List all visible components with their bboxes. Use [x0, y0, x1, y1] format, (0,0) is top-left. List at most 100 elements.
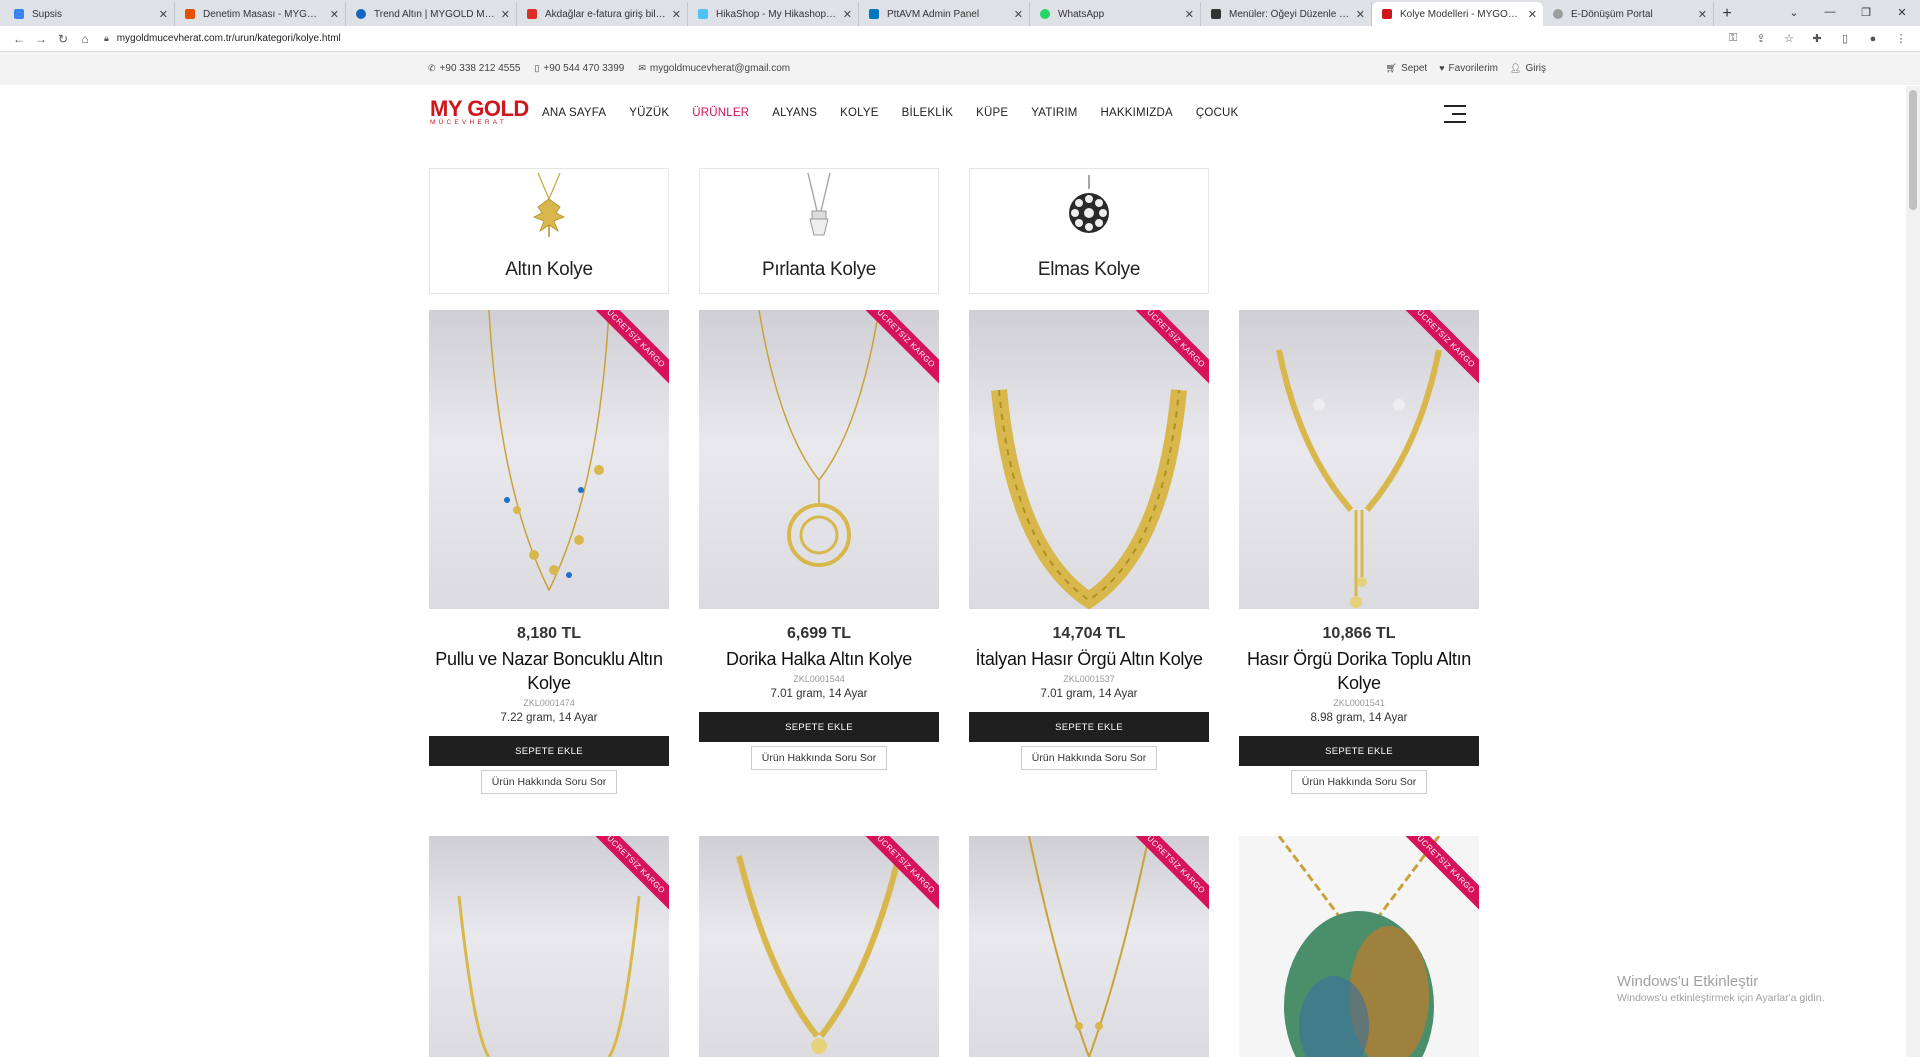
tab-favicon-icon [1040, 9, 1050, 19]
browser-tab[interactable]: Menüler: Öğeyi Düzenle - MYGOLD✕ [1201, 2, 1372, 26]
close-tab-icon[interactable]: ✕ [501, 8, 510, 21]
product-image[interactable]: ÜCRETSİZ KARGO [969, 836, 1209, 1057]
browser-tab-bar: Supsis✕ Denetim Masası - MYGOLD Mücevher… [0, 0, 1920, 26]
browser-tab[interactable]: HikaShop - My Hikashop is disp✕ [688, 2, 859, 26]
product-code: ZKL0001544 [793, 674, 845, 684]
phone1-link[interactable]: ✆ +90 338 212 4555 [428, 63, 520, 74]
tab-favicon-icon [1382, 9, 1392, 19]
tab-search-icon[interactable]: ⌄ [1776, 6, 1812, 19]
nav-products[interactable]: ÜRÜNLER [692, 107, 749, 119]
extensions-icon[interactable]: ✚ [1806, 32, 1828, 45]
home-icon[interactable]: ⌂ [74, 32, 96, 46]
phone2-link[interactable]: ▯ +90 544 470 3399 [534, 63, 624, 74]
product-name[interactable]: Dorika Halka Altın Kolye [699, 647, 939, 671]
minimize-icon[interactable]: — [1812, 6, 1848, 18]
product-price: 6,699 TL [786, 625, 852, 642]
product-card: ÜCRETSİZ KARGO 10,866 TL Hasır Örgü Dori… [1239, 310, 1479, 794]
main-nav: ANA SAYFA YÜZÜK ÜRÜNLER ALYANS KOLYE BİL… [542, 107, 1261, 119]
browser-tab[interactable]: Supsis ✕ [4, 2, 175, 26]
login-link[interactable]: 👤︎ Giriş [1510, 63, 1546, 74]
product-name[interactable]: İtalyan Hasır Örgü Altın Kolye [969, 647, 1209, 671]
key-icon[interactable]: ⚿ [1722, 32, 1744, 45]
scrollbar-thumb[interactable] [1909, 90, 1917, 210]
add-to-cart-button[interactable]: SEPETE EKLE [969, 712, 1209, 742]
category-diamond-necklace[interactable]: Pırlanta Kolye [699, 168, 939, 294]
favorites-link[interactable]: ♥ Favorilerim [1439, 63, 1498, 74]
product-image[interactable]: ÜCRETSİZ KARGO [1239, 310, 1479, 609]
product-card: ÜCRETSİZ KARGO 8,180 TL Pullu ve Nazar B… [429, 310, 669, 794]
cart-link[interactable]: 🛒︎ Sepet [1386, 63, 1428, 74]
back-icon[interactable]: ← [8, 32, 30, 46]
product-image[interactable]: ÜCRETSİZ KARGO [969, 310, 1209, 609]
mobile-icon: ▯ [534, 63, 540, 73]
share-icon[interactable]: ⇪ [1750, 32, 1772, 45]
product-name[interactable]: Hasır Örgü Dorika Toplu Altın Kolye [1239, 647, 1479, 695]
category-brilliant-necklace[interactable]: Elmas Kolye [969, 168, 1209, 294]
browser-tab[interactable]: E-Dönüşüm Portal ✕ [1543, 2, 1714, 26]
add-to-cart-button[interactable]: SEPETE EKLE [1239, 736, 1479, 766]
nav-rings[interactable]: YÜZÜK [629, 107, 669, 119]
nav-bracelets[interactable]: BİLEKLİK [902, 107, 953, 119]
new-tab-button[interactable]: + [1714, 2, 1740, 26]
nav-kids[interactable]: ÇOCUK [1196, 107, 1239, 119]
add-to-cart-button[interactable]: SEPETE EKLE [429, 736, 669, 766]
ask-question-button[interactable]: Ürün Hakkında Soru Sor [1290, 770, 1428, 794]
ask-question-button[interactable]: Ürün Hakkında Soru Sor [750, 746, 888, 770]
nav-about[interactable]: HAKKIMIZDA [1101, 107, 1173, 119]
close-tab-icon[interactable]: ✕ [672, 8, 681, 21]
close-window-icon[interactable]: ✕ [1884, 6, 1920, 19]
product-weight: 7.01 gram, 14 Ayar [770, 688, 868, 700]
product-weight: 7.01 gram, 14 Ayar [1040, 688, 1138, 700]
ask-question-button[interactable]: Ürün Hakkında Soru Sor [1020, 746, 1158, 770]
site-logo[interactable]: MY GOLD MÜCEVHERAT [430, 98, 529, 127]
close-tab-icon[interactable]: ✕ [843, 8, 852, 21]
nav-wedding-bands[interactable]: ALYANS [772, 107, 817, 119]
tab-favicon-icon [1211, 9, 1221, 19]
url-input[interactable]: 🔒︎ mygoldmucevherat.com.tr/urun/kategori… [104, 28, 1722, 50]
nav-earrings[interactable]: KÜPE [976, 107, 1008, 119]
hamburger-menu-icon[interactable] [1444, 105, 1466, 129]
browser-tab[interactable]: Akdağlar e-fatura giriş bilgileri ✕ [517, 2, 688, 26]
email-link[interactable]: ✉ mygoldmucevherat@gmail.com [638, 63, 790, 74]
nav-investment[interactable]: YATIRIM [1031, 107, 1077, 119]
reload-icon[interactable]: ↻ [52, 32, 74, 46]
ask-question-button[interactable]: Ürün Hakkında Soru Sor [480, 770, 618, 794]
lock-icon[interactable]: 🔒︎ [104, 33, 109, 44]
restore-icon[interactable]: ❐ [1848, 6, 1884, 19]
product-card: ÜCRETSİZ KARGO 14,704 TL İtalyan Hasır Ö… [969, 310, 1209, 794]
add-to-cart-button[interactable]: SEPETE EKLE [699, 712, 939, 742]
user-icon: 👤︎ [1510, 63, 1522, 73]
menu-icon[interactable]: ⋮ [1890, 32, 1912, 45]
close-tab-icon[interactable]: ✕ [1528, 8, 1537, 21]
product-price: 8,180 TL [516, 625, 582, 642]
product-image[interactable]: ÜCRETSİZ KARGO [1239, 836, 1479, 1057]
close-tab-icon[interactable]: ✕ [159, 8, 168, 21]
phone-icon: ✆ [428, 63, 436, 73]
sidepanel-icon[interactable]: ▯ [1834, 32, 1856, 45]
product-image[interactable]: ÜCRETSİZ KARGO [429, 310, 669, 609]
close-tab-icon[interactable]: ✕ [1698, 8, 1707, 21]
product-image[interactable]: ÜCRETSİZ KARGO [429, 836, 669, 1057]
browser-tab[interactable]: Trend Altın | MYGOLD Mücevher✕ [346, 2, 517, 26]
tab-favicon-icon [14, 9, 24, 19]
browser-tab[interactable]: PttAVM Admin Panel ✕ [859, 2, 1030, 26]
product-name[interactable]: Pullu ve Nazar Boncuklu Altın Kolye [429, 647, 669, 695]
category-gold-necklace[interactable]: Altın Kolye [429, 168, 669, 294]
close-tab-icon[interactable]: ✕ [1356, 8, 1365, 21]
forward-icon[interactable]: → [30, 32, 52, 46]
nav-necklaces[interactable]: KOLYE [840, 107, 879, 119]
browser-tab[interactable]: Denetim Masası - MYGOLD Mücevher✕ [175, 2, 346, 26]
browser-tab[interactable]: WhatsApp ✕ [1030, 2, 1201, 26]
profile-icon[interactable]: ● [1862, 33, 1884, 45]
nav-home[interactable]: ANA SAYFA [542, 107, 606, 119]
product-image[interactable]: ÜCRETSİZ KARGO [699, 310, 939, 609]
close-tab-icon[interactable]: ✕ [330, 8, 339, 21]
product-card: ÜCRETSİZ KARGO [429, 836, 669, 1057]
page-scrollbar[interactable] [1906, 86, 1920, 1057]
close-tab-icon[interactable]: ✕ [1014, 8, 1023, 21]
product-image[interactable]: ÜCRETSİZ KARGO [699, 836, 939, 1057]
star-icon[interactable]: ☆ [1778, 32, 1800, 45]
product-weight: 8.98 gram, 14 Ayar [1310, 712, 1408, 724]
close-tab-icon[interactable]: ✕ [1185, 8, 1194, 21]
browser-tab-active[interactable]: Kolye Modelleri - MYGOLD Mücevher✕ [1372, 2, 1543, 26]
